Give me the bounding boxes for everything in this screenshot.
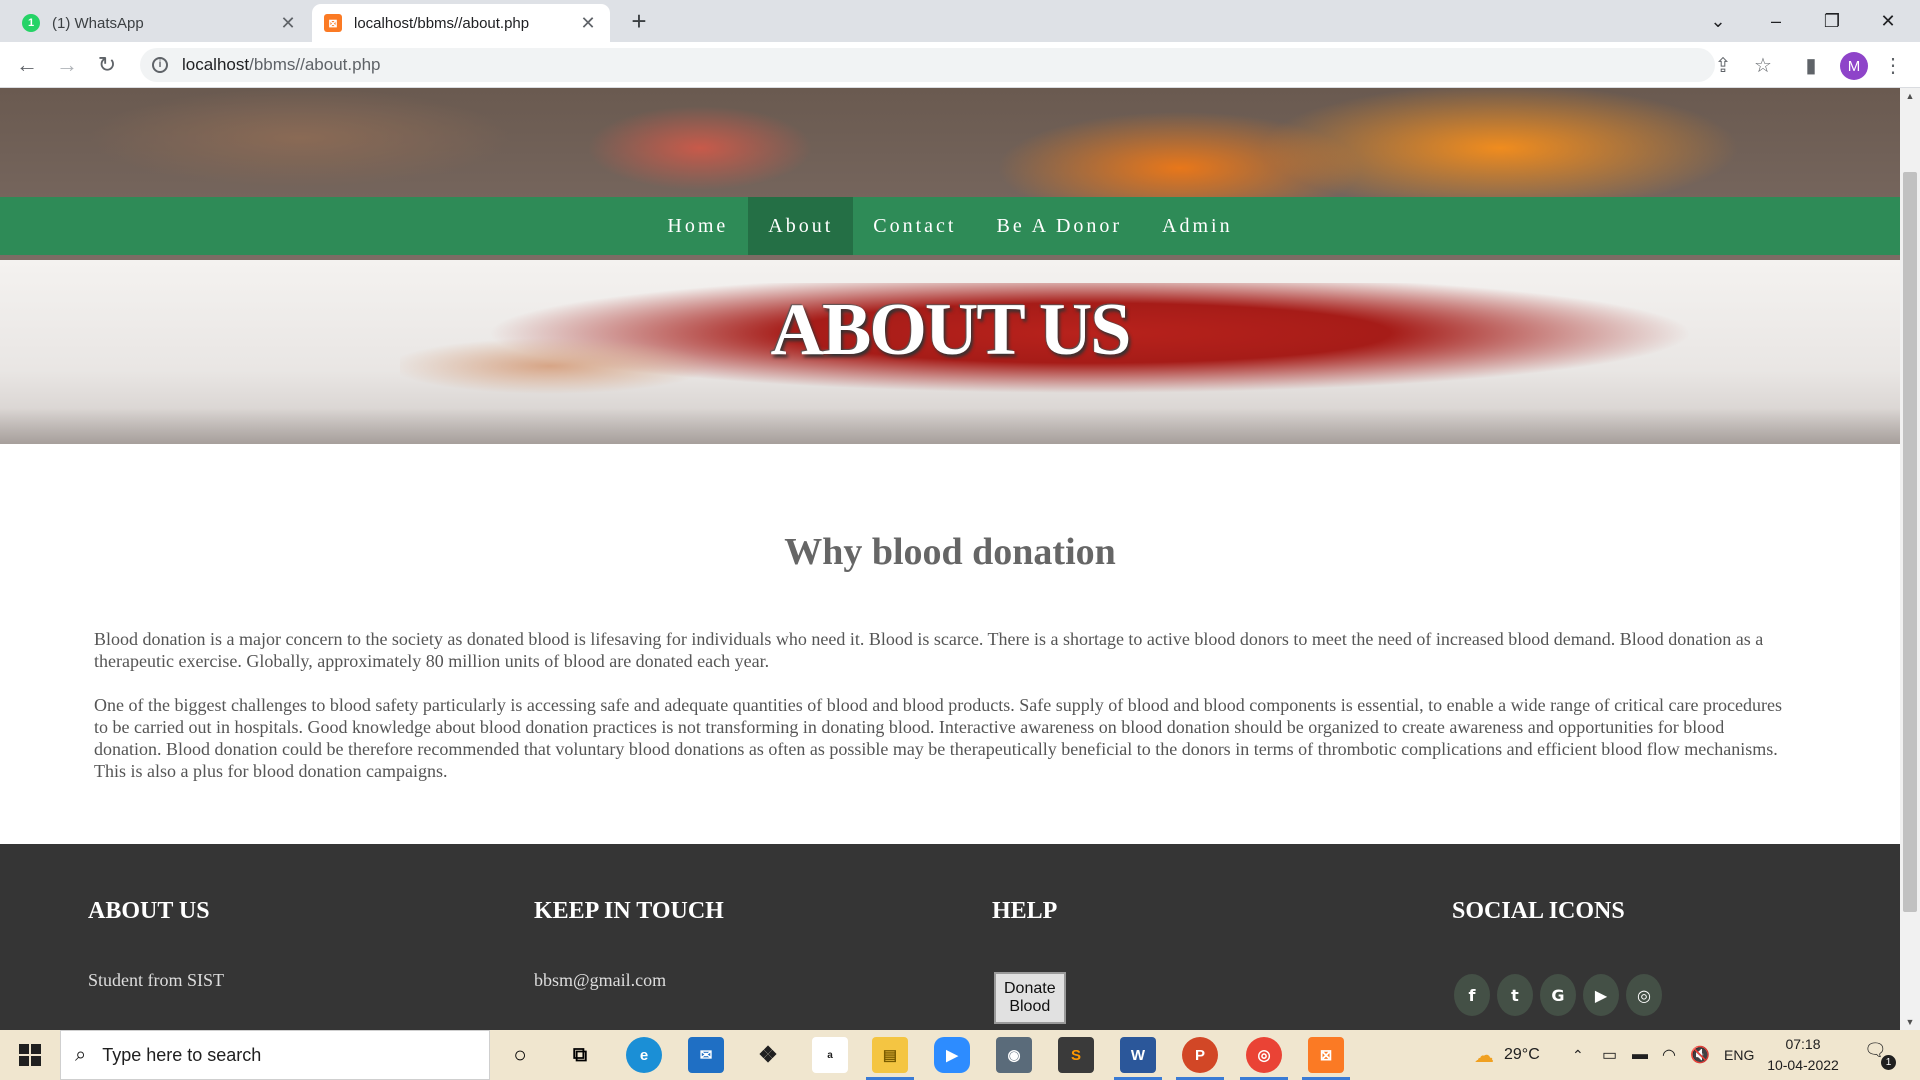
weather-widget[interactable]: ☁ 29°C	[1474, 1030, 1540, 1080]
volume-muted-icon[interactable]: 🔇	[1690, 1030, 1710, 1080]
powerpoint-icon[interactable]: P	[1176, 1037, 1224, 1080]
footer-social-title: SOCIAL ICONS	[1452, 898, 1625, 924]
xampp-icon[interactable]: ⊠	[1302, 1037, 1350, 1080]
nav-about[interactable]: About	[748, 197, 854, 255]
site-info-icon[interactable]: i	[152, 57, 168, 73]
chrome-icon[interactable]: ◎	[1240, 1037, 1288, 1080]
close-window-button[interactable]: ✕	[1860, 0, 1916, 42]
profile-avatar[interactable]: M	[1840, 52, 1868, 80]
weather-cloud-icon: ☁	[1474, 1044, 1494, 1067]
tab-whatsapp[interactable]: 1 (1) WhatsApp ✕	[10, 4, 310, 42]
sublime-text-icon[interactable]: S	[1058, 1037, 1094, 1073]
dropbox-icon[interactable]: ❖	[750, 1037, 786, 1073]
site-footer: ABOUT US Student from SIST KEEP IN TOUCH…	[0, 844, 1900, 1030]
tab-title: localhost/bbms//about.php	[354, 14, 530, 32]
tab-title: (1) WhatsApp	[52, 14, 144, 32]
url-host: localhost	[182, 55, 250, 74]
search-placeholder: Type here to search	[102, 1044, 262, 1065]
start-button[interactable]	[0, 1030, 60, 1080]
windows-logo-icon	[19, 1044, 41, 1066]
nav-admin[interactable]: Admin	[1142, 197, 1253, 255]
about-content: Why blood donation Blood donation is a m…	[0, 444, 1900, 852]
youtube-icon[interactable]: ▶	[1583, 974, 1619, 1016]
share-icon[interactable]: ⇪	[1708, 50, 1738, 80]
notification-icon[interactable]: 🗨 1	[1864, 1040, 1896, 1070]
screen: 1 (1) WhatsApp ✕ ⊠ localhost/bbms//about…	[0, 0, 1920, 1080]
word-icon[interactable]: W	[1114, 1037, 1162, 1080]
file-explorer-icon[interactable]: ▤	[866, 1037, 914, 1080]
paragraph-2: One of the biggest challenges to blood s…	[94, 695, 1782, 781]
footer-about-text: Student from SIST	[88, 970, 225, 990]
task-view-icon[interactable]: ⧉	[562, 1037, 598, 1073]
side-panel-icon[interactable]: ▮	[1796, 50, 1826, 80]
instagram-icon[interactable]: ◎	[1626, 974, 1662, 1016]
zoom-icon[interactable]: ▶	[934, 1037, 970, 1073]
main-nav: Home About Contact Be A Donor Admin	[0, 197, 1900, 255]
twitter-icon[interactable]: t	[1497, 974, 1533, 1016]
footer-email[interactable]: bbsm@gmail.com	[534, 970, 666, 991]
windows-taskbar: ⌕ Type here to search ○ ⧉ e ✉ ❖ a ▤ ▶ ◉ …	[0, 1030, 1920, 1080]
scroll-up-arrow-icon[interactable]: ▲	[1900, 88, 1920, 104]
browser-tab-strip: 1 (1) WhatsApp ✕ ⊠ localhost/bbms//about…	[0, 0, 1920, 42]
hero-title: ABOUT US	[770, 289, 1132, 371]
edge-icon[interactable]: e	[626, 1037, 662, 1073]
xampp-icon: ⊠	[324, 14, 342, 32]
whatsapp-icon: 1	[22, 14, 40, 32]
mail-icon[interactable]: ✉	[688, 1037, 724, 1073]
new-tab-button[interactable]: +	[624, 6, 654, 36]
google-icon[interactable]: G	[1540, 974, 1576, 1016]
kebab-menu-icon[interactable]: ⋮	[1878, 50, 1908, 80]
scroll-thumb[interactable]	[1903, 172, 1917, 912]
nav-contact[interactable]: Contact	[853, 197, 976, 255]
footer-touch-title: KEEP IN TOUCH	[534, 898, 724, 924]
nav-home[interactable]: Home	[647, 197, 748, 255]
page-scrollbar[interactable]: ▲ ▼	[1900, 88, 1920, 1030]
back-arrow-icon[interactable]: ←	[12, 50, 42, 80]
hero-image-shadow	[0, 408, 1900, 444]
amazon-icon[interactable]: a	[812, 1037, 848, 1073]
nav-be-a-donor[interactable]: Be A Donor	[976, 197, 1142, 255]
scroll-down-arrow-icon[interactable]: ▼	[1900, 1014, 1920, 1030]
clock-time: 07:18	[1785, 1036, 1821, 1052]
search-icon: ⌕	[75, 1043, 87, 1066]
language-indicator[interactable]: ENG	[1724, 1030, 1754, 1080]
tab-about-page[interactable]: ⊠ localhost/bbms//about.php ✕	[312, 4, 610, 42]
donate-blood-button[interactable]: Donate Blood	[994, 972, 1066, 1024]
social-icons: f t G ▶ ◎	[1454, 974, 1662, 1016]
weather-temperature: 29°C	[1504, 1046, 1540, 1063]
facebook-icon[interactable]: f	[1454, 974, 1490, 1016]
tab-search-button[interactable]: ⌄	[1690, 0, 1746, 42]
address-bar[interactable]: i localhost/bbms//about.php	[140, 48, 1715, 82]
camera-icon[interactable]: ◉	[996, 1037, 1032, 1073]
close-icon[interactable]: ✕	[578, 13, 598, 34]
taskbar-search-box[interactable]: ⌕ Type here to search	[60, 1030, 490, 1080]
chevron-up-icon[interactable]: ⌃	[1572, 1030, 1584, 1080]
cortana-icon[interactable]: ○	[502, 1037, 538, 1073]
meet-now-icon[interactable]: ▭	[1602, 1030, 1617, 1080]
clock-date: 10-04-2022	[1767, 1057, 1839, 1073]
notification-count: 1	[1881, 1055, 1896, 1070]
page-viewport: ABOUT US Home About Contact Be A Donor A…	[0, 88, 1900, 1030]
minimize-button[interactable]: –	[1748, 0, 1804, 42]
forward-arrow-icon[interactable]: →	[52, 50, 82, 80]
hero-banner: ABOUT US	[0, 88, 1900, 444]
paragraph-1: Blood donation is a major concern to the…	[94, 629, 1764, 671]
restore-button[interactable]: ❐	[1804, 0, 1860, 42]
close-icon[interactable]: ✕	[278, 13, 298, 34]
star-icon[interactable]: ☆	[1748, 50, 1778, 80]
clock[interactable]: 07:18 10-04-2022	[1758, 1034, 1848, 1076]
battery-icon[interactable]: ▬	[1632, 1030, 1648, 1080]
wifi-icon[interactable]: ◠	[1662, 1030, 1676, 1080]
reload-icon[interactable]: ↻	[92, 50, 122, 80]
browser-toolbar: ← → ↻ i localhost/bbms//about.php ⇪ ☆ ▮ …	[0, 42, 1920, 88]
footer-help-title: HELP	[992, 898, 1058, 924]
url-path: /bbms//about.php	[249, 55, 381, 74]
section-heading: Why blood donation	[784, 531, 1116, 573]
footer-about-title: ABOUT US	[88, 898, 210, 924]
